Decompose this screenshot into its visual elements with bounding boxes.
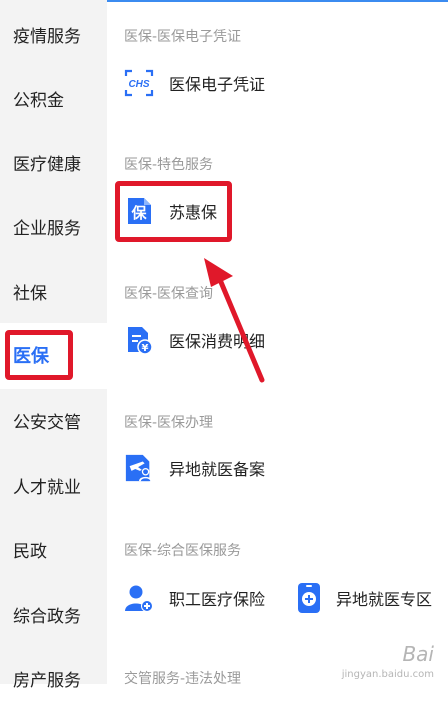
watermark-logo: Bai [402, 642, 434, 666]
annotation-arrow-icon [204, 258, 265, 383]
watermark-url: jingyan.baidu.com [341, 669, 434, 680]
